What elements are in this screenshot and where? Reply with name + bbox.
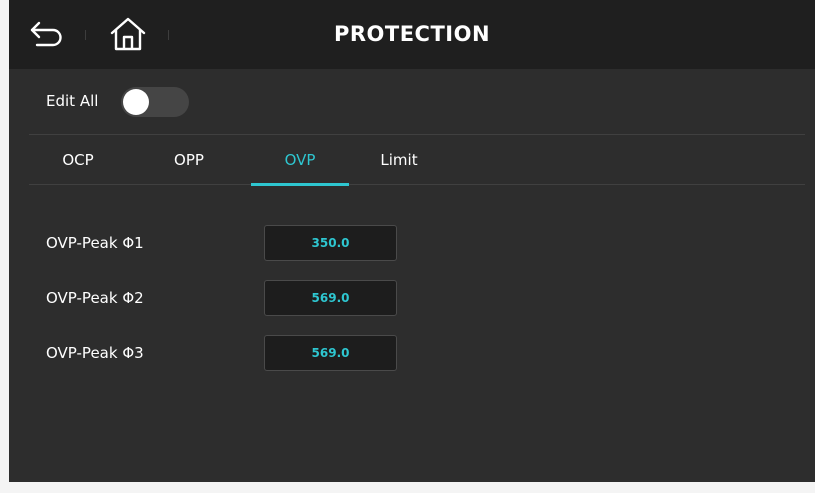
edit-all-row: Edit All — [9, 69, 815, 134]
param-row: OVP-Peak Φ3 569.0 — [9, 335, 815, 371]
param-label: OVP-Peak Φ3 — [46, 344, 144, 362]
tab-ocp[interactable]: OCP — [29, 135, 127, 184]
back-arrow-icon — [30, 21, 62, 47]
tab-ovp[interactable]: OVP — [251, 135, 349, 186]
header-separator — [85, 30, 86, 40]
tab-bar: OCP OPP OVP Limit — [29, 135, 805, 186]
back-button[interactable] — [25, 14, 69, 54]
param-label: OVP-Peak Φ2 — [46, 289, 144, 307]
tab-limit[interactable]: Limit — [350, 135, 448, 184]
ovp-peak-1-field[interactable]: 350.0 — [264, 225, 397, 261]
header-separator — [168, 30, 169, 40]
tab-opp[interactable]: OPP — [140, 135, 238, 184]
home-button[interactable] — [102, 12, 154, 56]
header-bar: PROTECTION — [9, 0, 815, 69]
edit-all-toggle[interactable] — [121, 87, 189, 117]
home-icon — [110, 17, 146, 51]
toggle-knob — [123, 89, 149, 115]
ovp-peak-3-field[interactable]: 569.0 — [264, 335, 397, 371]
edit-all-label: Edit All — [46, 92, 99, 110]
param-row: OVP-Peak Φ1 350.0 — [9, 225, 815, 261]
param-row: OVP-Peak Φ2 569.0 — [9, 280, 815, 316]
ovp-peak-2-field[interactable]: 569.0 — [264, 280, 397, 316]
protection-screen: PROTECTION Edit All OCP OPP OVP Limit OV… — [9, 0, 815, 482]
param-label: OVP-Peak Φ1 — [46, 234, 144, 252]
